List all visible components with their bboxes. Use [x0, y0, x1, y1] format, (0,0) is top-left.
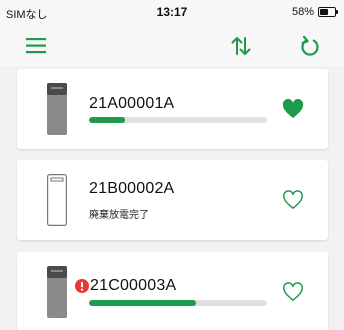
progress-fill — [89, 117, 125, 123]
nav-bar — [0, 26, 344, 66]
progress-bar — [89, 117, 267, 123]
hamburger-menu-icon[interactable] — [24, 32, 52, 60]
battery-percent: 58% — [291, 6, 314, 18]
device-id: 21B00002A — [89, 180, 175, 197]
refresh-icon[interactable] — [296, 32, 324, 60]
device-id: 21C00003A — [90, 277, 177, 294]
device-card[interactable]: 21C00003A — [17, 252, 328, 330]
progress-bar — [89, 300, 267, 306]
heart-outline-icon[interactable] — [282, 282, 304, 302]
alert-icon — [75, 279, 89, 293]
status-bar: SIMなし 13:17 58% — [0, 0, 344, 26]
progress-fill — [89, 300, 196, 306]
sort-arrows-icon[interactable] — [228, 32, 256, 60]
device-id: 21A00001A — [89, 95, 175, 112]
battery-icon — [318, 7, 338, 17]
battery-level-fill — [320, 9, 329, 15]
device-card[interactable]: 21A00001A — [17, 69, 328, 149]
device-card[interactable]: 21B00002A 廃棄放電完了 — [17, 160, 328, 240]
device-outline-icon — [47, 174, 67, 226]
battery-nub — [336, 10, 338, 14]
device-title-row: 21C00003A — [75, 276, 176, 296]
heart-filled-icon[interactable] — [282, 99, 304, 119]
device-filled-icon — [47, 83, 67, 135]
device-status-text: 廃棄放電完了 — [89, 210, 149, 221]
heart-outline-icon[interactable] — [282, 190, 304, 210]
device-filled-icon — [47, 266, 67, 318]
